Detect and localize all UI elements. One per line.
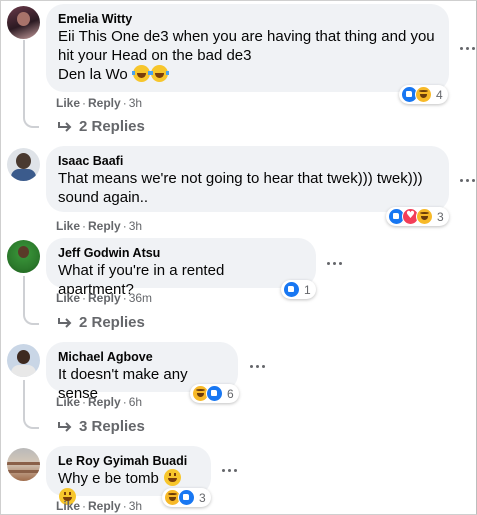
reply-arrow-icon [58, 317, 72, 328]
comment-bubble: Isaac Baafi That means we're not going t… [46, 146, 449, 212]
more-horizontal-icon[interactable] [250, 364, 266, 370]
comment-text-line: Why e be tomb [58, 470, 159, 487]
more-horizontal-icon[interactable] [460, 46, 476, 52]
comment-actions: Like · Reply · 3h [56, 499, 143, 513]
avatar[interactable] [7, 240, 40, 273]
more-horizontal-icon[interactable] [327, 261, 343, 267]
comment-text-line: That means we're not going to hear that … [58, 170, 423, 187]
replies-count: 3 Replies [79, 418, 145, 435]
commenter-name[interactable]: Michael Agbove [58, 349, 226, 365]
like-reaction-icon [206, 385, 223, 402]
reactions-summary[interactable]: 4 [399, 85, 448, 104]
reactions-summary[interactable]: 1 [281, 280, 316, 299]
like-link[interactable]: Like [56, 96, 80, 110]
comment-bubble: Jeff Godwin Atsu What if you're in a ren… [46, 238, 316, 298]
replies-count: 2 Replies [79, 118, 145, 135]
commenter-name[interactable]: Emelia Witty [58, 11, 437, 27]
reply-arrow-icon [58, 121, 72, 132]
reply-link[interactable]: Reply [88, 499, 121, 513]
tears-of-joy-emoji [131, 65, 151, 82]
comment-actions: Like · Reply · 36m [56, 291, 153, 305]
reaction-count: 6 [227, 386, 234, 401]
comment-actions: Like · Reply · 3h [56, 96, 143, 110]
view-replies-button[interactable]: 2 Replies [58, 118, 145, 135]
timestamp[interactable]: 3h [129, 499, 142, 513]
timestamp[interactable]: 6h [129, 395, 142, 409]
like-link[interactable]: Like [56, 219, 80, 233]
like-reaction-icon [178, 489, 195, 506]
avatar[interactable] [7, 6, 40, 39]
haha-reaction-icon [415, 86, 432, 103]
comment-text-line: Eii This One de3 when you are having tha… [58, 28, 435, 45]
comment-text-line: sound again.. [58, 189, 149, 206]
like-reaction-icon [283, 281, 300, 298]
reactions-summary[interactable]: 3 [162, 488, 211, 507]
like-link[interactable]: Like [56, 291, 80, 305]
reaction-count: 4 [436, 87, 443, 102]
reaction-count: 3 [437, 209, 444, 224]
timestamp[interactable]: 3h [129, 96, 142, 110]
reaction-count: 3 [199, 490, 206, 505]
reactions-summary[interactable]: 6 [190, 384, 239, 403]
avatar[interactable] [7, 148, 40, 181]
like-link[interactable]: Like [56, 499, 80, 513]
reply-arrow-icon [58, 421, 72, 432]
comment-actions: Like · Reply · 3h [56, 219, 143, 233]
commenter-name[interactable]: Isaac Baafi [58, 153, 437, 169]
timestamp[interactable]: 3h [129, 219, 142, 233]
avatar[interactable] [7, 448, 40, 481]
avatar[interactable] [7, 344, 40, 377]
reply-link[interactable]: Reply [88, 291, 121, 305]
comment-text-line: Den la Wo [58, 66, 128, 83]
more-horizontal-icon[interactable] [460, 178, 476, 184]
view-replies-button[interactable]: 2 Replies [58, 314, 145, 331]
commenter-name[interactable]: Le Roy Gyimah Buadi [58, 453, 199, 469]
thread-line [23, 40, 25, 114]
reactions-summary[interactable]: 3 [386, 207, 449, 226]
grinning-emoji [164, 469, 182, 486]
tears-of-joy-emoji [149, 65, 169, 82]
timestamp[interactable]: 36m [129, 291, 152, 305]
like-link[interactable]: Like [56, 395, 80, 409]
reaction-count: 1 [304, 282, 311, 297]
reply-link[interactable]: Reply [88, 219, 121, 233]
comment-text-line: hit your Head on the bad de3 [58, 47, 252, 64]
thread-line [23, 380, 25, 416]
reply-link[interactable]: Reply [88, 395, 121, 409]
view-replies-button[interactable]: 3 Replies [58, 418, 145, 435]
thread-line [23, 276, 25, 312]
reply-link[interactable]: Reply [88, 96, 121, 110]
comment-bubble: Emelia Witty Eii This One de3 when you a… [46, 4, 449, 92]
replies-count: 2 Replies [79, 314, 145, 331]
more-horizontal-icon[interactable] [222, 468, 238, 474]
haha-reaction-icon [416, 208, 433, 225]
commenter-name[interactable]: Jeff Godwin Atsu [58, 245, 304, 261]
comment-actions: Like · Reply · 6h [56, 395, 143, 409]
